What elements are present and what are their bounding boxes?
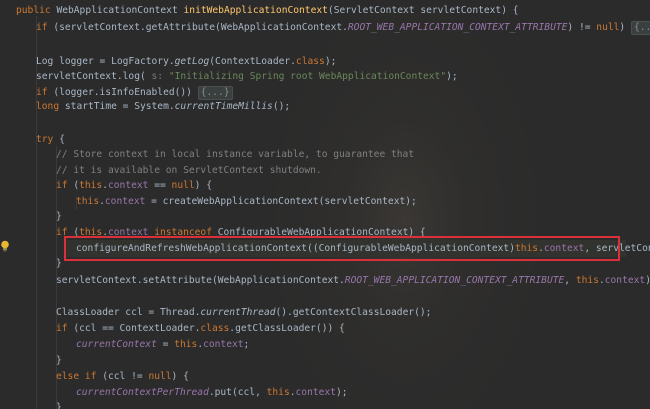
method-name: initWebApplicationContext — [183, 5, 328, 16]
string-literal: "Initializing Spring root WebApplication… — [168, 71, 447, 82]
code-line-22[interactable]: currentContext = this.context; — [76, 336, 650, 353]
field-name: context — [295, 387, 336, 398]
code-text: ) { — [194, 180, 212, 191]
code-text: ) != — [567, 22, 597, 33]
keyword: class — [295, 56, 325, 67]
type-name: WebApplicationContext — [56, 5, 184, 16]
code-line-1[interactable]: public WebApplicationContext initWebAppl… — [16, 2, 650, 19]
keyword: public — [16, 5, 57, 16]
parameter-hint: s: — [151, 71, 169, 82]
code-text: , — [564, 275, 576, 286]
code-text: servletContext.log( — [36, 71, 152, 82]
code-text: (logger.isInfoEnabled()) — [53, 87, 198, 98]
brace: } — [56, 211, 62, 222]
static-field: currentContextPerThread — [76, 387, 209, 398]
brace: } — [56, 402, 62, 409]
constant: ROOT_WEB_APPLICATION_CONTEXT_ATTRIBUTE — [344, 275, 565, 286]
code-line-14[interactable]: } — [56, 208, 650, 225]
code-text: ; — [243, 339, 250, 350]
code-line-2[interactable]: if (servletContext.getAttribute(WebAppli… — [36, 19, 650, 36]
static-method: currentThread — [200, 307, 276, 318]
code-line-20[interactable]: ClassLoader ccl = Thread.currentThread()… — [56, 304, 650, 321]
keyword: null — [148, 371, 172, 382]
code-text: ); — [446, 71, 458, 82]
code-text: == — [148, 180, 172, 191]
code-text: ClassLoader ccl = Thread. — [56, 307, 201, 318]
code-line-7[interactable]: long startTime = System.currentTimeMilli… — [36, 98, 650, 115]
code-text: ().getContextClassLoader(); — [275, 307, 432, 318]
comment: // it is available on ServletContext shu… — [56, 165, 322, 176]
constant: ROOT_WEB_APPLICATION_CONTEXT_ATTRIBUTE — [347, 22, 568, 33]
folded-region[interactable]: {...} — [630, 21, 650, 35]
params: (ServletContext servletContext) { — [327, 5, 519, 16]
field-name: context — [203, 339, 244, 350]
brace: } — [56, 355, 62, 366]
field-name: context — [604, 275, 646, 286]
keyword: if — [56, 323, 74, 334]
keyword: null — [596, 22, 620, 33]
code-line-18[interactable]: servletContext.setAttribute(WebApplicati… — [56, 272, 650, 289]
code-text: (servletContext.getAttribute(WebApplicat… — [53, 22, 348, 33]
brace: } — [56, 258, 62, 269]
code-text: servletContext.setAttribute(WebApplicati… — [56, 275, 345, 286]
keyword: this — [266, 387, 290, 398]
code-text: ); — [324, 56, 337, 67]
code-line-23[interactable]: } — [56, 352, 650, 369]
code-text: (); — [272, 101, 291, 112]
code-line-24[interactable]: else if (ccl != null) { — [56, 368, 650, 385]
code-text: .getClassLoader()) { — [229, 323, 345, 334]
code-text: ); — [645, 275, 650, 286]
code-text: = createWebApplicationContext(servletCon… — [145, 196, 417, 207]
code-text: (ContextLoader. — [209, 56, 296, 67]
code-text: (ccl == ContextLoader. — [73, 323, 201, 334]
code-text: startTime = System. — [64, 101, 175, 112]
code-text: = — [156, 339, 175, 350]
code-line-12[interactable]: if (this.context == null) { — [56, 177, 650, 194]
static-method: currentTimeMillis — [174, 101, 273, 112]
keyword: this — [174, 339, 198, 350]
keyword: this — [79, 180, 103, 191]
code-text: ); — [335, 387, 348, 398]
lightbulb-icon[interactable] — [0, 240, 10, 252]
code-text: { — [59, 134, 65, 145]
code-line-21[interactable]: if (ccl == ContextLoader.class.getClassL… — [56, 320, 650, 337]
keyword: if — [56, 180, 74, 191]
static-field: currentContext — [76, 339, 157, 350]
code-text: .put(ccl, — [208, 387, 267, 398]
code-text: (ccl != — [102, 371, 149, 382]
code-line-5[interactable]: servletContext.log( s: "Initializing Spr… — [36, 68, 650, 85]
keyword: else if — [56, 371, 103, 382]
code-line-26[interactable]: } — [56, 399, 650, 409]
keyword: long — [36, 101, 65, 112]
field-name: context — [108, 180, 149, 191]
keyword: if — [36, 87, 54, 98]
code-editor[interactable]: public WebApplicationContext initWebAppl… — [0, 0, 650, 409]
comment: // Store context in local instance varia… — [56, 149, 415, 160]
keyword: this — [76, 196, 100, 207]
static-method: getLog — [174, 56, 210, 67]
highlight-annotation-box — [64, 236, 620, 261]
keyword: null — [171, 180, 195, 191]
code-text: Log logger = LogFactory. — [36, 56, 175, 67]
code-line-10[interactable]: // Store context in local instance varia… — [56, 146, 650, 163]
keyword: try — [36, 134, 60, 145]
keyword: this — [575, 275, 599, 286]
keyword: if — [36, 22, 54, 33]
code-text: ) { — [171, 371, 189, 382]
code-text: ) — [619, 22, 631, 33]
field-name: context — [104, 196, 146, 207]
keyword: class — [200, 323, 230, 334]
